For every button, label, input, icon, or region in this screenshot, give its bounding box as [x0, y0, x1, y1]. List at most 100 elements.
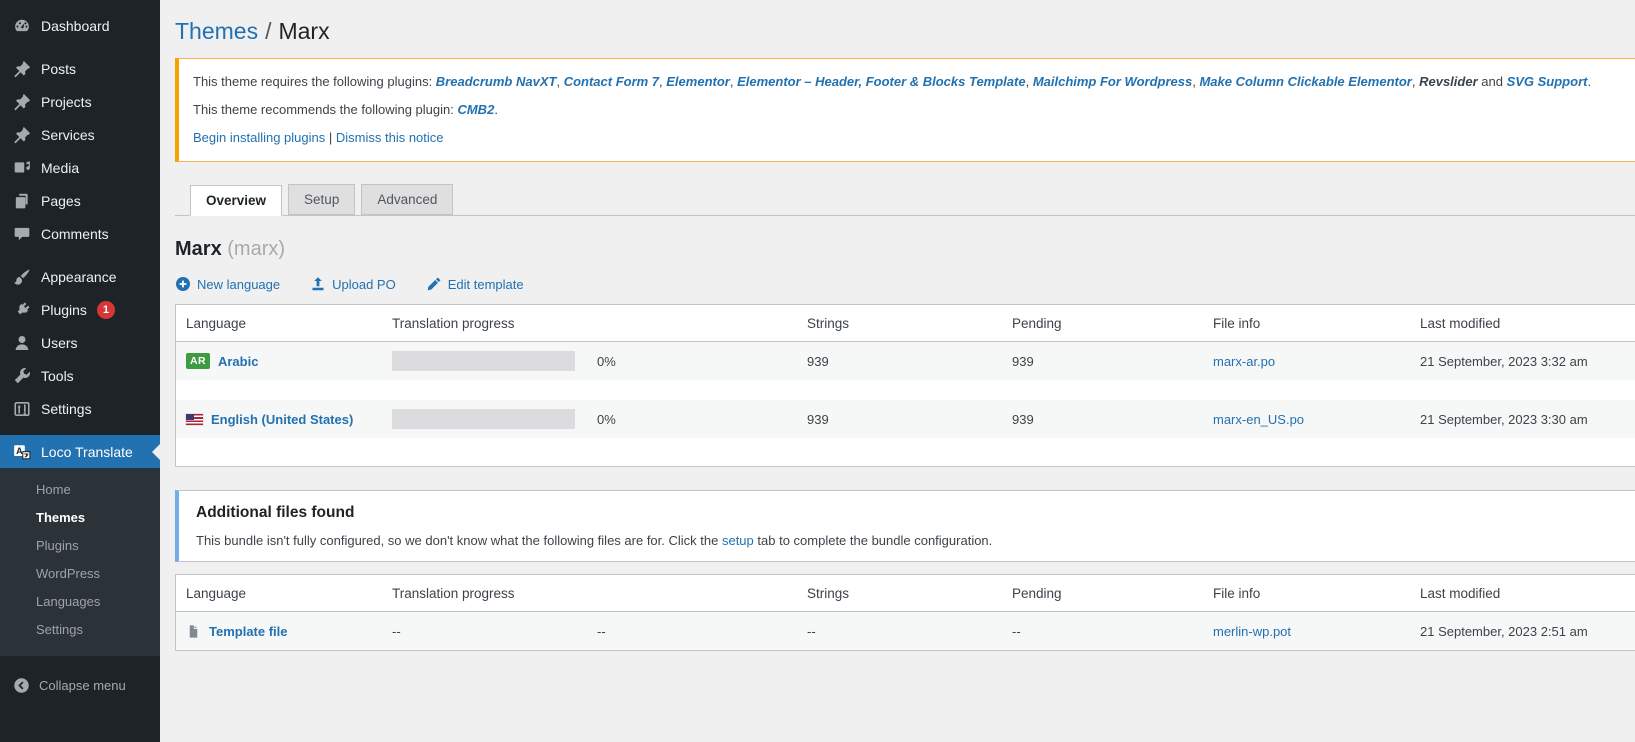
wordpress-admin: Dashboard PostsProjects Services Media Pages…: [0, 0, 1635, 742]
column-header: Last modified: [1420, 586, 1635, 601]
plugin-link[interactable]: Make Column Clickable Elementor: [1199, 74, 1411, 89]
pencil-icon: [426, 276, 442, 292]
sidebar-item-dashboard[interactable]: Dashboard: [0, 9, 160, 42]
bundle-title: Marx (marx): [175, 238, 1635, 261]
settings-icon: [13, 400, 31, 418]
file-link[interactable]: marx-ar.po: [1213, 354, 1275, 369]
text-segment: This theme requires the following plugin…: [193, 74, 436, 89]
plugin-link[interactable]: Breadcrumb NavXT: [436, 74, 557, 89]
sidebar-item-media[interactable]: Media: [0, 151, 160, 184]
plugin-link[interactable]: SVG Support: [1507, 74, 1588, 89]
sidebar-item-label: Services: [41, 127, 95, 143]
additional-files-table: LanguageTranslation progressStringsPendi…: [175, 574, 1635, 651]
breadcrumb: Themes/Marx: [175, 18, 1635, 45]
progress-cell: 0%: [392, 409, 807, 429]
sidebar-item-label: Appearance: [41, 269, 117, 285]
text-segment: This bundle isn't fully configured, so w…: [196, 533, 722, 548]
begin-installing-plugins-link[interactable]: Begin installing plugins: [193, 130, 325, 145]
loco-submenu-themes[interactable]: Themes: [0, 504, 160, 532]
tab-advanced[interactable]: Advanced: [361, 184, 453, 215]
loco-submenu-settings[interactable]: Settings: [0, 616, 160, 644]
pin-icon: [13, 60, 31, 78]
loco-translate-submenu: HomeThemesPluginsWordPressLanguagesSetti…: [0, 468, 160, 656]
loco-submenu-home[interactable]: Home: [0, 476, 160, 504]
strings-cell: 939: [807, 354, 1012, 369]
comments-icon: [13, 225, 31, 243]
sidebar-item-loco-translate[interactable]: A Loco Translate: [0, 435, 160, 468]
loco-submenu-languages[interactable]: Languages: [0, 588, 160, 616]
sidebar-item-users[interactable]: Users: [0, 326, 160, 359]
recommended-plugin-text: This theme recommends the following plug…: [193, 99, 1635, 121]
plugins-icon: [13, 301, 31, 319]
column-header: Language: [186, 586, 392, 601]
sidebar-item-posts[interactable]: Posts: [0, 52, 160, 85]
file-link[interactable]: marx-en_US.po: [1213, 412, 1304, 427]
media-icon: [13, 159, 31, 177]
svg-text:A: A: [16, 445, 23, 455]
collapse-arrow-icon: [13, 677, 30, 694]
table-body: Template file--------merlin-wp.pot21 Sep…: [176, 612, 1635, 650]
tab-bar: OverviewSetupAdvanced: [175, 184, 1635, 216]
column-header: Translation progress: [392, 586, 807, 601]
required-plugins-text: This theme requires the following plugin…: [193, 71, 1635, 93]
sidebar-item-pages[interactable]: Pages: [0, 184, 160, 217]
us-flag-icon: [186, 414, 203, 425]
sidebar-item-settings[interactable]: Settings: [0, 392, 160, 425]
menu-separator: [0, 42, 160, 52]
sidebar-item-comments[interactable]: Comments: [0, 217, 160, 250]
pending-cell: --: [1012, 624, 1213, 639]
plugin-link[interactable]: CMB2: [457, 102, 494, 117]
sidebar-item-label: Pages: [41, 193, 81, 209]
plugin-name: Revslider: [1419, 74, 1478, 89]
language-link[interactable]: English (United States): [211, 412, 353, 427]
sidebar-item-services[interactable]: Services: [0, 118, 160, 151]
dismiss-this-notice-link[interactable]: Dismiss this notice: [336, 130, 444, 145]
sidebar-item-label: Dashboard: [41, 18, 110, 34]
sidebar-item-label: Users: [41, 335, 78, 351]
sidebar-item-label: Comments: [41, 226, 109, 242]
plugin-link[interactable]: Mailchimp For Wordpress: [1033, 74, 1192, 89]
dashboard-icon: [13, 17, 31, 35]
column-header: Last modified: [1420, 316, 1635, 331]
loco-submenu-plugins[interactable]: Plugins: [0, 532, 160, 560]
menu-separator: [0, 250, 160, 260]
plugin-link[interactable]: Contact Form 7: [564, 74, 659, 89]
language-cell: ARArabic: [186, 353, 392, 369]
upload-icon: [310, 276, 326, 292]
edit-template-link[interactable]: Edit template: [426, 276, 524, 292]
sidebar-item-plugins[interactable]: Plugins1: [0, 293, 160, 326]
sidebar-item-label: Media: [41, 160, 79, 176]
breadcrumb-themes-link[interactable]: Themes: [175, 18, 258, 44]
action-label: Edit template: [448, 277, 524, 292]
sidebar-item-projects[interactable]: Projects: [0, 85, 160, 118]
sidebar-item-tools[interactable]: Tools: [0, 359, 160, 392]
plugin-link[interactable]: Elementor: [666, 74, 730, 89]
plus-circle-icon: [175, 276, 191, 292]
appearance-icon: [13, 268, 31, 286]
pin-icon: [13, 93, 31, 111]
sidebar-item-label: Loco Translate: [41, 444, 133, 460]
table-header-row: LanguageTranslation progressStringsPendi…: [176, 305, 1635, 342]
new-language-link[interactable]: New language: [175, 276, 280, 292]
language-link[interactable]: Arabic: [218, 354, 258, 369]
tab-overview[interactable]: Overview: [190, 185, 282, 216]
progress-bar-slot: --: [392, 624, 575, 639]
bundle-name: Marx: [175, 238, 222, 260]
upload-po-link[interactable]: Upload PO: [310, 276, 396, 292]
sidebar-item-appearance[interactable]: Appearance: [0, 260, 160, 293]
pending-cell: 939: [1012, 354, 1213, 369]
collapse-menu-button[interactable]: Collapse menu: [0, 670, 160, 700]
table-row: Template file--------merlin-wp.pot21 Sep…: [176, 612, 1635, 650]
loco-submenu-wordpress[interactable]: WordPress: [0, 560, 160, 588]
setup-link[interactable]: setup: [722, 533, 754, 548]
text-segment: .: [494, 102, 498, 117]
tab-setup[interactable]: Setup: [288, 184, 355, 215]
page-title: Marx: [278, 18, 329, 44]
last-modified-cell: 21 September, 2023 3:32 am: [1420, 354, 1635, 369]
plugin-link[interactable]: Elementor – Header, Footer & Blocks Temp…: [737, 74, 1026, 89]
additional-files-panel: Additional files found This bundle isn't…: [175, 490, 1635, 562]
column-header: Pending: [1012, 316, 1213, 331]
file-link[interactable]: merlin-wp.pot: [1213, 624, 1291, 639]
language-link[interactable]: Template file: [209, 624, 288, 639]
action-links: New language Upload PO Edit template: [175, 276, 1635, 292]
